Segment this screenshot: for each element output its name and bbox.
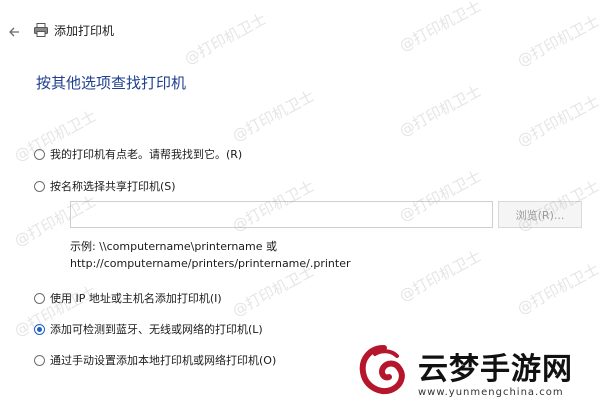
printer-icon [33,22,49,38]
shared-printer-name-input[interactable] [70,201,493,228]
watermark: @打印机卫士 [514,91,600,151]
watermark: @打印机卫士 [514,259,600,319]
radio-button[interactable] [34,354,45,366]
radio-button[interactable] [34,148,45,160]
option-label: 我的打印机有点老。请帮我找到它。(R) [50,148,243,161]
option-bluetooth-wireless[interactable]: 添加可检测到蓝牙、无线或网络的打印机(L) [34,321,263,337]
radio-button[interactable] [34,323,45,335]
window-title: 添加打印机 [54,24,115,38]
browse-button[interactable]: 浏览(R)... [498,201,582,228]
logo-mark-icon [355,342,413,400]
watermark: @打印机卫士 [229,86,318,146]
page-heading: 按其他选项查找打印机 [36,74,187,92]
option-label: 通过手动设置添加本地打印机或网络打印机(O) [50,354,277,367]
example-line-2: http://computername/printers/printername… [70,257,351,270]
back-button[interactable] [6,24,22,40]
option-label: 添加可检测到蓝牙、无线或网络的打印机(L) [50,323,263,336]
watermark: @打印机卫士 [396,246,485,306]
logo-url: www.yunmengchina.com [418,387,564,398]
option-ip-hostname[interactable]: 使用 IP 地址或主机名添加打印机(I) [34,290,222,306]
option-label: 按名称选择共享打印机(S) [50,180,176,193]
example-text: 示例: \\computername\printername 或 http://… [70,238,351,272]
radio-button[interactable] [34,292,45,304]
watermark: @打印机卫士 [396,81,485,141]
option-label: 使用 IP 地址或主机名添加打印机(I) [50,292,222,305]
example-line-1: 示例: \\computername\printername 或 [70,240,278,253]
option-old-printer[interactable]: 我的打印机有点老。请帮我找到它。(R) [34,146,242,162]
back-arrow-icon [9,27,19,37]
radio-button[interactable] [34,180,45,192]
option-manual-local[interactable]: 通过手动设置添加本地打印机或网络打印机(O) [34,352,276,368]
logo-name: 云梦手游网 [418,352,573,387]
option-shared-printer[interactable]: 按名称选择共享打印机(S) [34,178,176,194]
